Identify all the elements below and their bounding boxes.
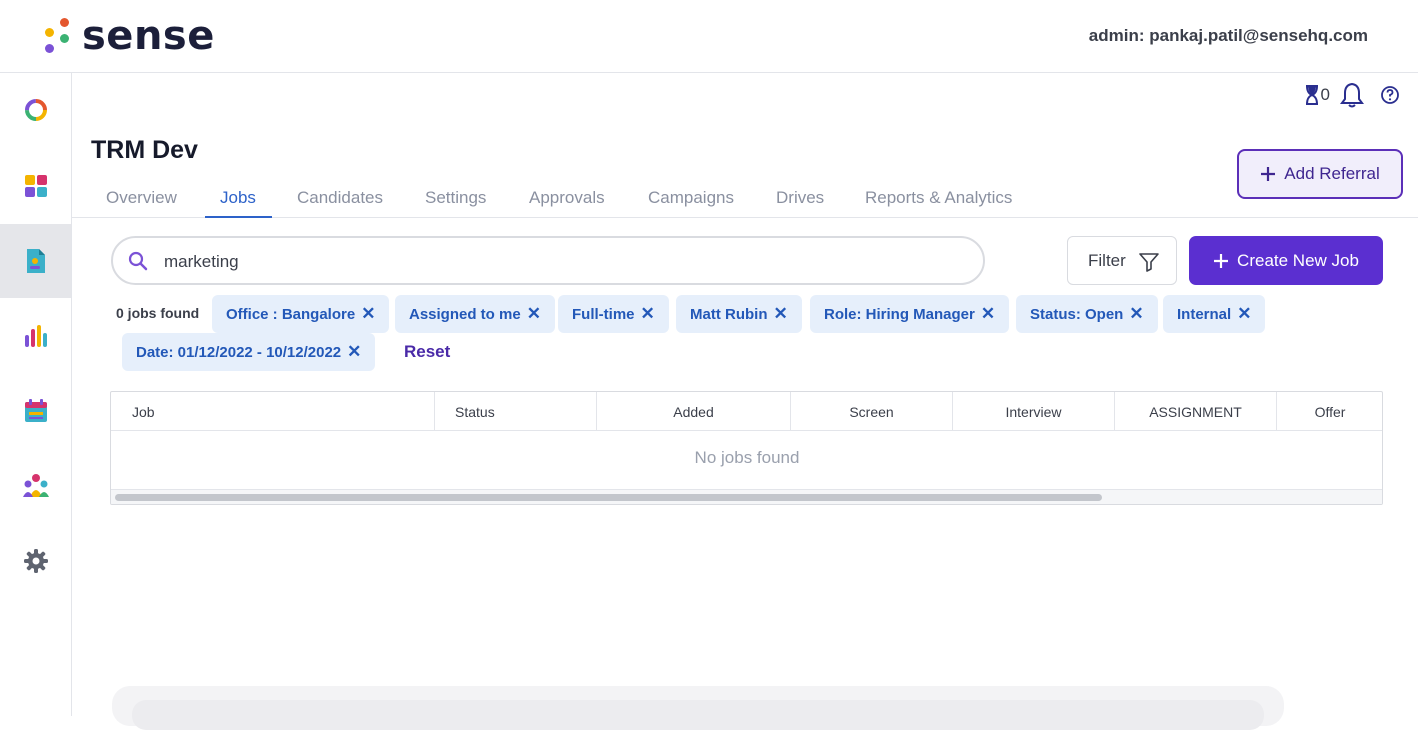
- page-title: TRM Dev: [91, 136, 198, 164]
- horizontal-scrollbar[interactable]: [111, 489, 1382, 504]
- chip-label: Matt Rubin: [690, 305, 768, 323]
- sidebar-item-apps[interactable]: [0, 149, 71, 223]
- filter-chip: Full-time ✕: [558, 295, 669, 333]
- people-icon: [22, 474, 49, 497]
- search-icon: [128, 251, 148, 271]
- settings-gear-icon: [23, 549, 48, 573]
- filter-chip: Role: Hiring Manager ✕: [810, 295, 1010, 333]
- column-header-interview[interactable]: Interview: [953, 392, 1115, 431]
- tab-reports-analytics[interactable]: Reports & Analytics: [865, 188, 1012, 208]
- chip-label: Full-time: [572, 305, 635, 323]
- chip-label: Role: Hiring Manager: [824, 305, 975, 323]
- close-icon[interactable]: ✕: [773, 304, 787, 324]
- reset-filters-link[interactable]: Reset: [404, 342, 450, 362]
- jobs-table: Job Status Added Screen Interview ASSIGN…: [110, 391, 1383, 505]
- filter-button[interactable]: Filter: [1067, 236, 1177, 285]
- tab-bar: Overview Jobs Candidates Settings Approv…: [72, 176, 1418, 218]
- bell-icon[interactable]: [1340, 82, 1364, 108]
- chip-label: Internal: [1177, 305, 1232, 323]
- tab-jobs[interactable]: Jobs: [220, 188, 256, 208]
- hourglass-counter[interactable]: 0: [1305, 85, 1330, 105]
- sidebar-item-calendar[interactable]: [0, 374, 71, 448]
- sense-logo[interactable]: sense: [42, 14, 215, 58]
- active-tab-indicator: [205, 216, 272, 218]
- tab-approvals[interactable]: Approvals: [529, 188, 605, 208]
- column-header-assignment[interactable]: ASSIGNMENT: [1115, 392, 1277, 431]
- admin-user-label[interactable]: admin: pankaj.patil@sensehq.com: [1089, 26, 1368, 46]
- logo-dots-icon: [42, 16, 72, 56]
- close-icon[interactable]: ✕: [361, 304, 375, 324]
- jobs-document-icon: [26, 249, 45, 273]
- apps-grid-icon: [24, 175, 47, 197]
- filter-chip: Date: 01/12/2022 - 10/12/2022 ✕: [122, 333, 376, 371]
- chip-label: Date: 01/12/2022 - 10/12/2022: [136, 343, 342, 361]
- filter-label: Filter: [1088, 250, 1126, 270]
- tab-candidates[interactable]: Candidates: [297, 188, 383, 208]
- jobs-found-count: 0 jobs found: [116, 305, 200, 321]
- column-header-screen[interactable]: Screen: [791, 392, 953, 431]
- add-referral-button[interactable]: Add Referral: [1237, 149, 1403, 199]
- add-referral-label: Add Referral: [1284, 164, 1380, 183]
- column-header-offer[interactable]: Offer: [1277, 392, 1382, 431]
- close-icon[interactable]: ✕: [347, 342, 361, 362]
- chip-label: Office : Bangalore: [226, 305, 356, 323]
- tab-drives[interactable]: Drives: [776, 188, 824, 208]
- sidebar-item-settings[interactable]: [0, 524, 71, 598]
- close-icon[interactable]: ✕: [641, 304, 655, 324]
- close-icon[interactable]: ✕: [1129, 304, 1143, 324]
- vertical-scrollbar[interactable]: [1382, 392, 1383, 489]
- filter-chip: Assigned to me ✕: [395, 295, 555, 333]
- sidebar: [0, 73, 72, 716]
- close-icon[interactable]: ✕: [1237, 304, 1251, 324]
- search-value: marketing: [164, 252, 239, 271]
- filter-chip: Office : Bangalore ✕: [212, 295, 390, 333]
- create-job-label: Create New Job: [1237, 250, 1359, 270]
- create-new-job-button[interactable]: Create New Job: [1189, 236, 1383, 285]
- column-header-job[interactable]: Job: [111, 392, 435, 431]
- plus-icon: [1214, 253, 1229, 268]
- plus-icon: [1261, 167, 1276, 181]
- chip-label: Assigned to me: [409, 305, 521, 323]
- job-search-input[interactable]: marketing: [111, 236, 985, 285]
- filter-chip: Internal ✕: [1163, 295, 1266, 333]
- help-icon[interactable]: [1380, 85, 1400, 105]
- logo-wordmark: sense: [82, 13, 215, 59]
- top-bar: sense admin: pankaj.patil@sensehq.com: [0, 0, 1418, 73]
- close-icon[interactable]: ✕: [527, 304, 541, 324]
- hourglass-icon: [1305, 85, 1318, 105]
- table-header: Job Status Added Screen Interview ASSIGN…: [111, 392, 1382, 431]
- scrollbar-thumb[interactable]: [115, 494, 1102, 501]
- sidebar-item-dashboard[interactable]: [0, 73, 71, 147]
- filter-chip: Matt Rubin ✕: [676, 295, 802, 333]
- ring-chart-icon: [24, 99, 47, 121]
- column-header-added[interactable]: Added: [597, 392, 791, 431]
- hourglass-count: 0: [1320, 85, 1330, 104]
- tab-campaigns[interactable]: Campaigns: [648, 188, 734, 208]
- funnel-icon: [1139, 253, 1159, 272]
- sidebar-item-people[interactable]: [0, 449, 71, 523]
- tab-settings[interactable]: Settings: [425, 188, 486, 208]
- sidebar-item-jobs[interactable]: [0, 224, 71, 298]
- loading-placeholder-inner: [132, 700, 1264, 730]
- sidebar-item-analytics[interactable]: [0, 299, 71, 373]
- empty-state-message: No jobs found: [694, 448, 800, 467]
- close-icon[interactable]: ✕: [981, 304, 995, 324]
- filter-chip: Status: Open ✕: [1016, 295, 1158, 333]
- bar-chart-icon: [24, 325, 47, 347]
- utility-bar: 0: [1305, 82, 1400, 108]
- tab-overview[interactable]: Overview: [106, 188, 177, 208]
- chip-label: Status: Open: [1030, 305, 1124, 323]
- column-header-status[interactable]: Status: [435, 392, 597, 431]
- calendar-icon: [24, 399, 47, 422]
